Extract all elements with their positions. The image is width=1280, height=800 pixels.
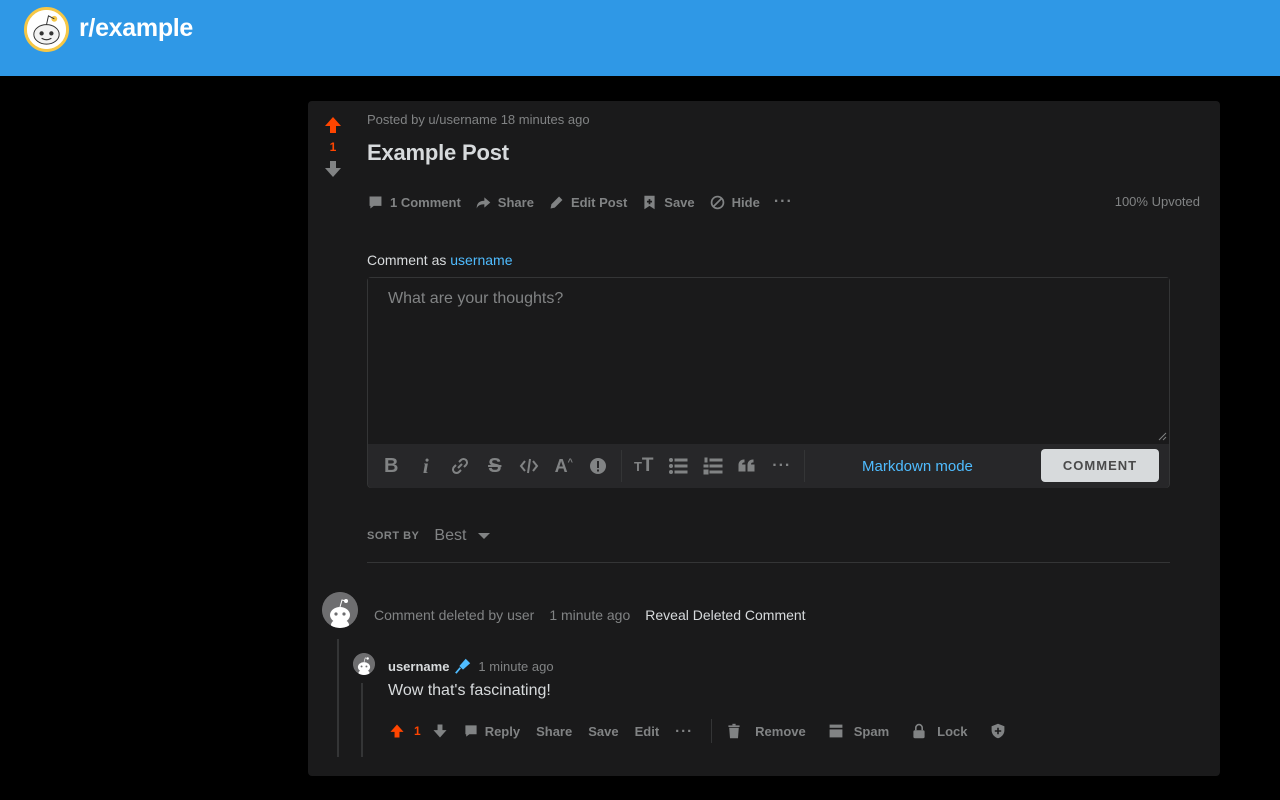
comment-submit-button[interactable]: COMMENT <box>1041 449 1159 482</box>
reply-more-button[interactable]: ··· <box>675 723 693 740</box>
reply-share-button[interactable]: Share <box>536 724 572 739</box>
post-score: 1 <box>329 140 337 154</box>
deleted-comment-time: 1 minute ago <box>549 607 631 623</box>
sort-divider <box>367 562 1170 563</box>
edit-post-button[interactable]: Edit Post <box>548 194 627 211</box>
post-card: 1 Posted by u/username 18 minutes ago Ex… <box>308 101 1220 776</box>
shield-icon <box>991 723 1004 739</box>
comments-label: 1 Comment <box>390 194 461 210</box>
reply-header: username 1 minute ago <box>388 657 554 675</box>
subreddit-name[interactable]: r/example <box>79 14 193 43</box>
bookmark-plus-icon <box>644 195 655 209</box>
avatar[interactable] <box>353 653 375 675</box>
bold-icon[interactable]: B <box>374 450 409 482</box>
caret-down-icon[interactable] <box>478 533 491 539</box>
save-label: Save <box>664 194 695 210</box>
comment-bubble-icon <box>369 196 382 208</box>
heading-icon[interactable]: TT <box>627 450 662 482</box>
pencil-icon <box>550 196 563 208</box>
comment-as-label: Comment as username <box>367 252 513 268</box>
share-arrow-icon <box>476 196 491 208</box>
lock-label: Lock <box>937 723 968 739</box>
post-vote-column: 1 <box>322 115 344 179</box>
upvote-arrow-icon[interactable] <box>322 115 344 135</box>
spam-box-icon <box>829 724 843 738</box>
comment-as-username-link[interactable]: username <box>450 252 512 268</box>
mod-shield-button[interactable] <box>990 723 1012 739</box>
superscript-icon[interactable]: A^ <box>547 450 582 482</box>
moderator-mic-icon <box>455 658 471 674</box>
post-title[interactable]: Example Post <box>367 140 509 166</box>
comment-as-prefix: Comment as <box>367 252 447 268</box>
reddit-snoo-logo-icon[interactable] <box>24 7 69 52</box>
lock-button[interactable]: Lock <box>911 723 968 739</box>
thread-line[interactable] <box>337 639 339 757</box>
subreddit-header: r/example <box>0 0 1280 76</box>
deleted-comment-row: Comment deleted by user 1 minute ago Rev… <box>374 607 806 623</box>
reply-label: Reply <box>484 723 521 739</box>
sort-label: SORT BY <box>367 530 420 542</box>
reply-actions-separator <box>711 719 713 743</box>
resize-grip-icon[interactable] <box>1158 432 1167 441</box>
reply-body: Wow that's fascinating! <box>388 682 551 699</box>
numbered-list-icon[interactable] <box>696 450 731 482</box>
code-icon[interactable] <box>512 450 547 482</box>
comment-bubble-icon <box>465 725 477 737</box>
link-icon[interactable] <box>443 450 478 482</box>
reply-button[interactable]: Reply <box>463 723 520 739</box>
comment-editor: B i S A^ TT ··· <box>367 277 1170 488</box>
sort-control[interactable]: SORT BY Best <box>367 527 491 545</box>
deleted-comment-text: Comment deleted by user <box>374 607 535 623</box>
italic-icon[interactable]: i <box>409 450 444 482</box>
remove-button[interactable]: Remove <box>726 723 806 739</box>
upvote-ratio: 100% Upvoted <box>1114 194 1200 209</box>
hide-circle-slash-icon <box>710 195 724 209</box>
reply-actions: 1 Reply Share Save Edit ··· Remove Spam … <box>388 719 1028 743</box>
reveal-deleted-comment-link[interactable]: Reveal Deleted Comment <box>645 607 805 623</box>
strikethrough-icon[interactable]: S <box>478 450 513 482</box>
reply-time: 1 minute ago <box>478 658 554 674</box>
more-options-button[interactable]: ··· <box>774 193 793 211</box>
toolbar-separator <box>804 450 805 482</box>
post-actions: 1 Comment Share Edit Post Save Hide ··· <box>367 191 807 213</box>
spam-label: Spam <box>853 723 890 739</box>
post-meta: Posted by u/username 18 minutes ago <box>367 112 590 127</box>
trash-icon <box>728 723 740 739</box>
quote-block-icon[interactable] <box>730 450 765 482</box>
comment-textarea[interactable] <box>368 278 1169 444</box>
editor-toolbar: B i S A^ TT ··· Markdown mode COMMENT <box>368 444 1169 488</box>
downvote-arrow-icon[interactable] <box>431 722 449 740</box>
hide-label: Hide <box>731 194 760 210</box>
downvote-arrow-icon[interactable] <box>322 159 344 179</box>
reply-username[interactable]: username <box>388 659 449 674</box>
more-icon[interactable]: ··· <box>765 450 800 482</box>
hide-button[interactable]: Hide <box>709 194 760 211</box>
upvote-arrow-icon[interactable] <box>388 722 406 740</box>
share-button[interactable]: Share <box>475 194 534 211</box>
avatar[interactable] <box>322 592 358 628</box>
reply-save-button[interactable]: Save <box>588 724 618 739</box>
reply-score: 1 <box>414 724 421 738</box>
share-label: Share <box>497 194 534 210</box>
markdown-mode-button[interactable]: Markdown mode <box>862 458 973 475</box>
comments-button[interactable]: 1 Comment <box>367 194 461 211</box>
save-button[interactable]: Save <box>641 194 695 211</box>
edit-post-label: Edit Post <box>570 194 628 210</box>
spam-button[interactable]: Spam <box>828 723 889 739</box>
bulleted-list-icon[interactable] <box>661 450 696 482</box>
spoiler-icon[interactable] <box>581 450 616 482</box>
toolbar-separator <box>620 450 622 482</box>
sort-value[interactable]: Best <box>434 527 466 545</box>
reply-edit-button[interactable]: Edit <box>635 724 660 739</box>
lock-icon <box>913 723 925 739</box>
thread-line[interactable] <box>361 683 363 757</box>
remove-label: Remove <box>755 723 806 739</box>
